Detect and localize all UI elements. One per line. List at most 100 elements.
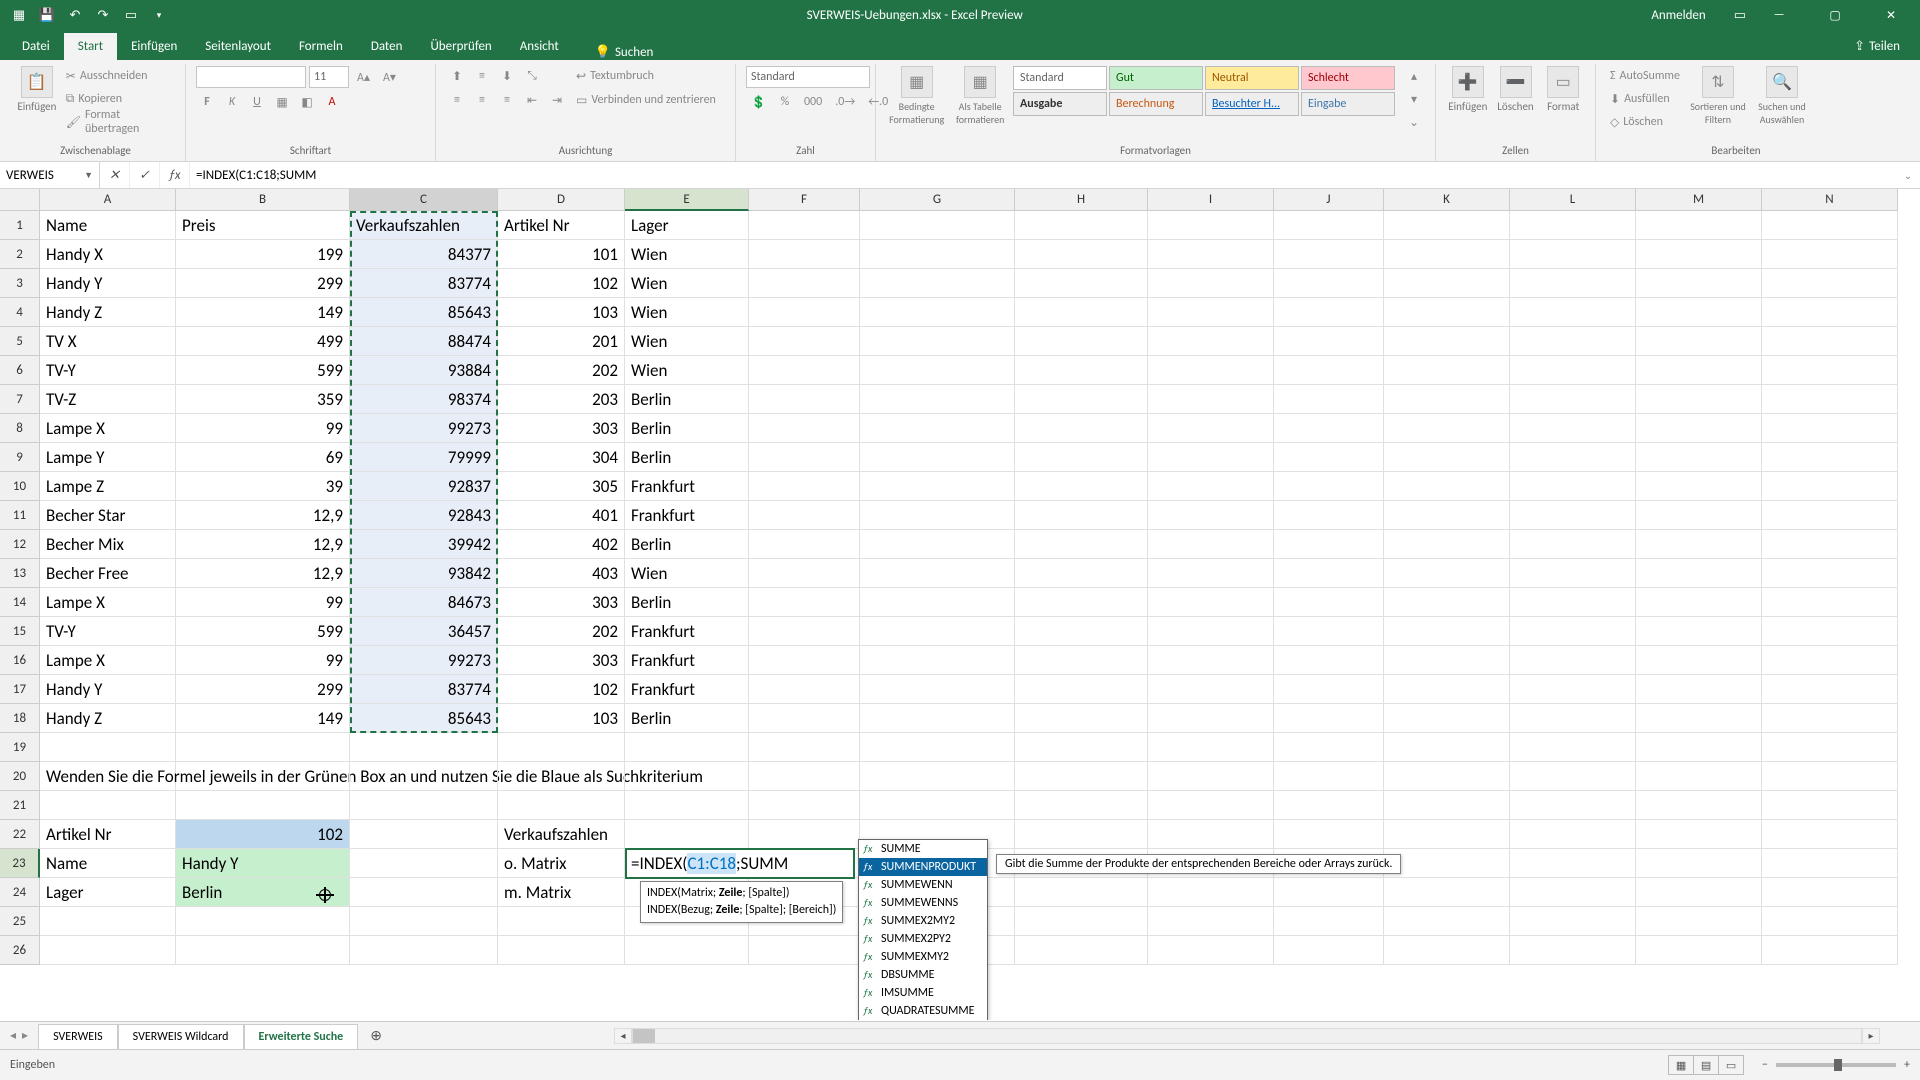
cell[interactable] <box>749 762 860 791</box>
cell[interactable] <box>1510 907 1636 936</box>
cell[interactable]: 92837 <box>350 472 498 501</box>
cell[interactable] <box>1510 704 1636 733</box>
cell[interactable] <box>1274 356 1384 385</box>
zoom-slider[interactable] <box>1776 1063 1896 1067</box>
cell[interactable] <box>1510 849 1636 878</box>
cell[interactable]: Frankfurt <box>625 675 749 704</box>
cell[interactable]: Wien <box>625 240 749 269</box>
column-header-N[interactable]: N <box>1762 189 1898 211</box>
cell[interactable] <box>1510 617 1636 646</box>
cell[interactable]: Artikel Nr <box>40 820 176 849</box>
cell[interactable]: 599 <box>176 617 350 646</box>
cell[interactable] <box>860 385 1015 414</box>
cell[interactable] <box>860 617 1015 646</box>
cell[interactable] <box>860 269 1015 298</box>
cell[interactable] <box>1510 269 1636 298</box>
cell[interactable] <box>40 791 176 820</box>
cell[interactable] <box>1762 791 1898 820</box>
column-header-A[interactable]: A <box>40 189 176 211</box>
cell[interactable] <box>1636 936 1762 965</box>
cell[interactable]: 88474 <box>350 327 498 356</box>
cell[interactable] <box>1274 907 1384 936</box>
cell[interactable] <box>1510 878 1636 907</box>
cell[interactable] <box>498 762 625 791</box>
row-header-12[interactable]: 12 <box>0 530 40 559</box>
column-header-H[interactable]: H <box>1015 189 1148 211</box>
cell[interactable] <box>1510 298 1636 327</box>
cell[interactable] <box>1274 936 1384 965</box>
cell[interactable] <box>860 472 1015 501</box>
horizontal-scrollbar[interactable]: ◂ ▸ <box>614 1028 1880 1044</box>
row-header-19[interactable]: 19 <box>0 733 40 762</box>
cell[interactable] <box>1384 820 1510 849</box>
cell[interactable] <box>1762 733 1898 762</box>
cell[interactable] <box>749 704 860 733</box>
cell[interactable] <box>1148 646 1274 675</box>
cell[interactable]: Wien <box>625 269 749 298</box>
cell[interactable] <box>860 414 1015 443</box>
fill-button[interactable]: ⬇Ausfüllen <box>1606 89 1684 109</box>
border-button[interactable]: ▦ <box>271 92 293 112</box>
row-header-20[interactable]: 20 <box>0 762 40 791</box>
cell[interactable]: 84673 <box>350 588 498 617</box>
cell[interactable] <box>498 791 625 820</box>
cell[interactable]: 149 <box>176 298 350 327</box>
cell[interactable]: 201 <box>498 327 625 356</box>
sheet-tab-erweiterte-suche[interactable]: Erweiterte Suche <box>244 1024 359 1051</box>
ribbon-tab-ansicht[interactable]: Ansicht <box>506 33 573 60</box>
paste-button[interactable]: 📋 Einfügen <box>16 66 58 113</box>
cell[interactable]: 103 <box>498 704 625 733</box>
row-header-2[interactable]: 2 <box>0 240 40 269</box>
cell[interactable] <box>1384 936 1510 965</box>
cell[interactable] <box>1148 617 1274 646</box>
cell[interactable] <box>749 240 860 269</box>
cell[interactable] <box>1148 443 1274 472</box>
cell[interactable] <box>1148 240 1274 269</box>
cell[interactable] <box>1384 878 1510 907</box>
cell[interactable] <box>1015 559 1148 588</box>
cell[interactable]: 98374 <box>350 385 498 414</box>
column-header-J[interactable]: J <box>1274 189 1384 211</box>
number-format-combo[interactable]: Standard <box>746 66 870 88</box>
row-header-23[interactable]: 23 <box>0 849 40 878</box>
add-sheet-button[interactable]: ⊕ <box>358 1022 394 1049</box>
cell[interactable]: 303 <box>498 646 625 675</box>
cell[interactable] <box>860 646 1015 675</box>
format-cells-button[interactable]: ▭Format <box>1541 66 1585 113</box>
cell[interactable] <box>176 907 350 936</box>
cell[interactable]: 12,9 <box>176 530 350 559</box>
cell[interactable] <box>1636 530 1762 559</box>
cell[interactable] <box>176 733 350 762</box>
tell-me-label[interactable]: Suchen <box>615 45 653 60</box>
cell[interactable] <box>1636 704 1762 733</box>
cell[interactable] <box>1636 327 1762 356</box>
cell[interactable]: m. Matrix <box>498 878 625 907</box>
cell[interactable] <box>1274 646 1384 675</box>
cell[interactable] <box>1636 414 1762 443</box>
row-header-26[interactable]: 26 <box>0 936 40 965</box>
cell[interactable] <box>625 820 749 849</box>
cell[interactable] <box>1384 269 1510 298</box>
cell[interactable] <box>1015 327 1148 356</box>
cell[interactable] <box>749 820 860 849</box>
save-icon[interactable]: 💾 <box>36 4 58 26</box>
cell[interactable] <box>625 762 749 791</box>
cell[interactable] <box>1510 356 1636 385</box>
ribbon-tab-überprüfen[interactable]: Überprüfen <box>416 33 505 60</box>
cell[interactable] <box>860 588 1015 617</box>
cell[interactable]: 85643 <box>350 298 498 327</box>
cell[interactable] <box>1636 733 1762 762</box>
align-center-icon[interactable]: ≡ <box>471 90 493 110</box>
cell[interactable] <box>1148 820 1274 849</box>
cell[interactable]: Wien <box>625 559 749 588</box>
cell[interactable]: 12,9 <box>176 559 350 588</box>
cell[interactable] <box>1384 385 1510 414</box>
cell[interactable] <box>1762 704 1898 733</box>
zoom-out-icon[interactable]: − <box>1762 1058 1768 1072</box>
cell[interactable] <box>1015 530 1148 559</box>
row-header-24[interactable]: 24 <box>0 878 40 907</box>
cell[interactable] <box>1274 762 1384 791</box>
cell[interactable] <box>1636 472 1762 501</box>
cut-button[interactable]: ✂Ausschneiden <box>62 66 175 86</box>
cell-style-berechnung[interactable]: Berechnung <box>1109 92 1203 116</box>
